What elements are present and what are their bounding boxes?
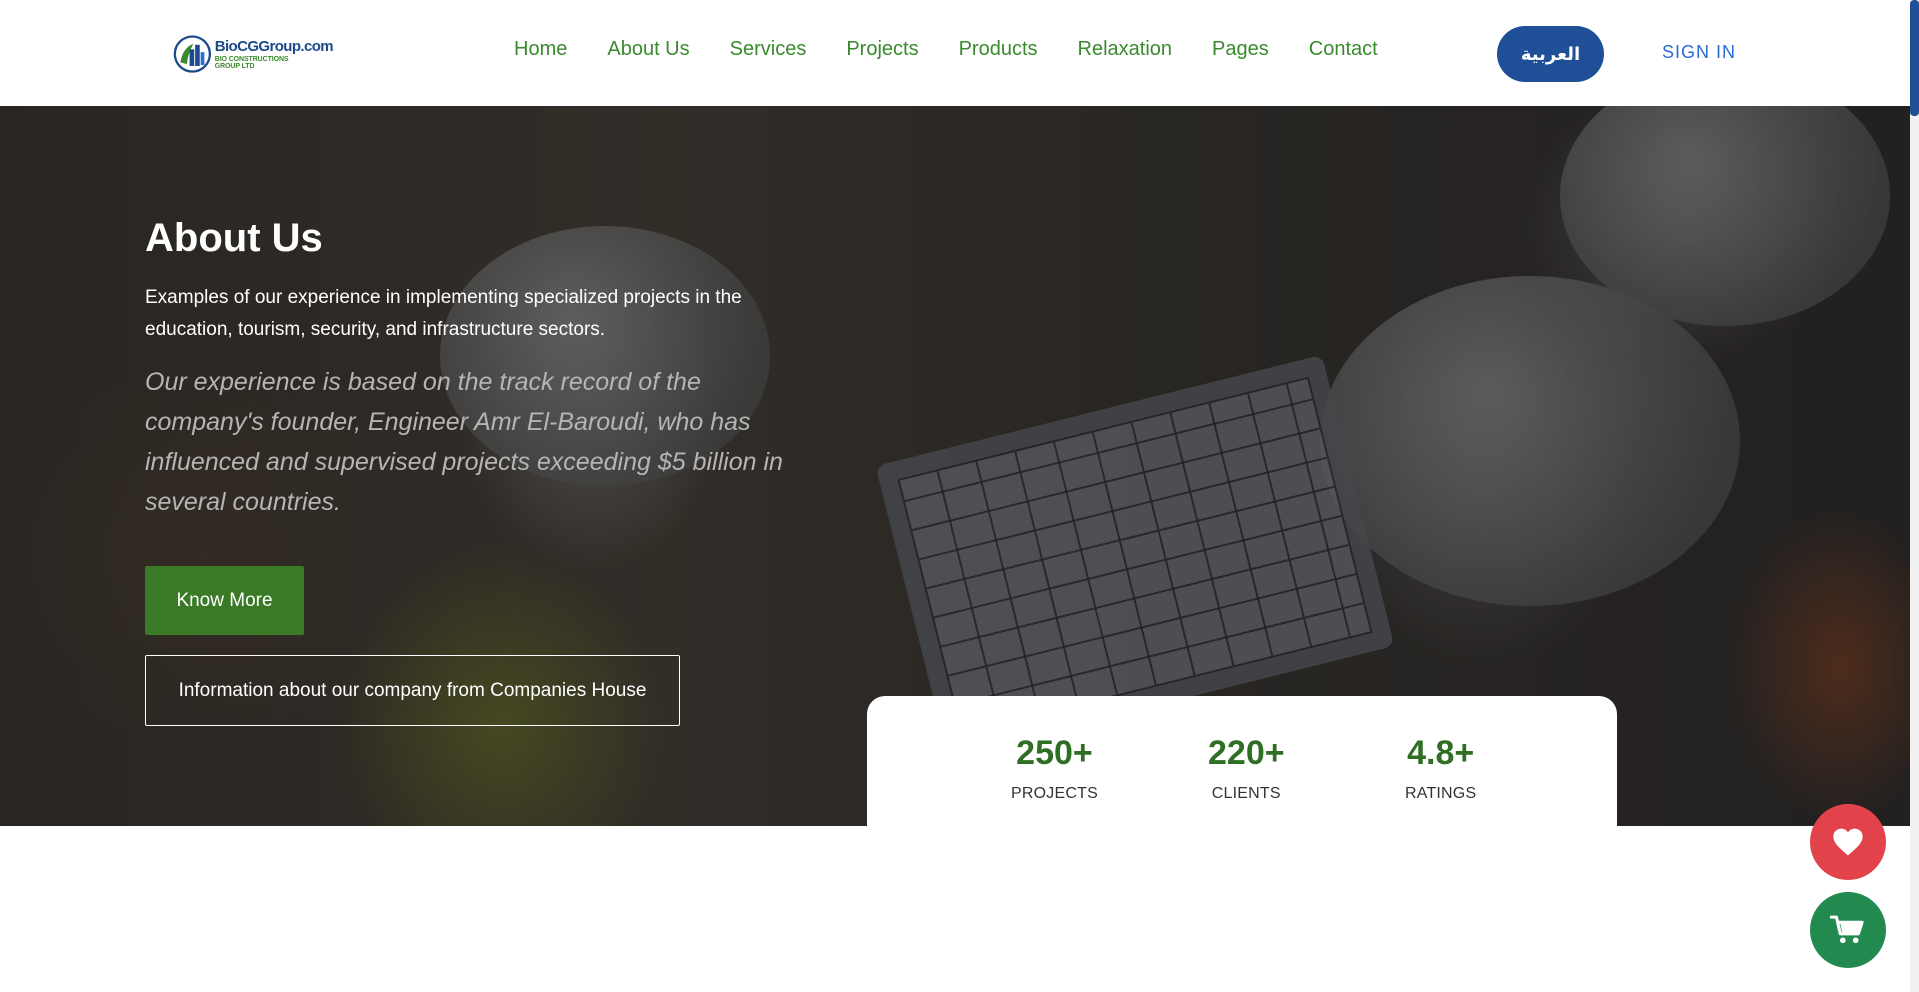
stat-value: 220+ — [1208, 734, 1285, 772]
hero-quote-text: Our experience is based on the track rec… — [145, 368, 783, 516]
stat-ratings: 4.8+ RATINGS — [1405, 734, 1476, 803]
page: BioCGGroup.com BIO CONSTRUCTIONS GROUP L… — [0, 0, 1919, 992]
nav-products[interactable]: Products — [959, 38, 1038, 61]
companies-house-button[interactable]: Information about our company from Compa… — [145, 655, 680, 726]
page-scrollbar[interactable] — [1910, 0, 1919, 992]
logo-text: BioCGGroup.com BIO CONSTRUCTIONS GROUP L… — [214, 37, 334, 70]
stats-card: 250+ PROJECTS 220+ CLIENTS 4.8+ RATINGS — [867, 696, 1617, 826]
page-title: About Us — [145, 216, 323, 260]
heart-icon — [1833, 828, 1863, 856]
logo-subtitle-2: GROUP LTD — [214, 62, 255, 70]
logo-name: BioCGGroup.com — [214, 37, 334, 55]
nav-about-us[interactable]: About Us — [607, 38, 689, 61]
hero-section: About Us Examples of our experience in i… — [0, 106, 1910, 826]
cart-icon — [1830, 915, 1864, 944]
stat-value: 250+ — [1016, 734, 1093, 772]
main-nav: Home About Us Services Projects Products… — [514, 38, 1378, 61]
stat-label: PROJECTS — [1011, 785, 1098, 802]
nav-projects[interactable]: Projects — [846, 38, 918, 61]
site-header: BioCGGroup.com BIO CONSTRUCTIONS GROUP L… — [0, 0, 1910, 106]
nav-services[interactable]: Services — [730, 38, 807, 61]
nav-relaxation[interactable]: Relaxation — [1078, 38, 1173, 61]
nav-pages[interactable]: Pages — [1212, 38, 1269, 61]
scrollbar-thumb[interactable] — [1910, 0, 1919, 116]
sign-in-link[interactable]: SIGN IN — [1662, 42, 1736, 63]
hero-lead-text: Examples of our experience in implementi… — [145, 287, 742, 340]
site-logo[interactable]: BioCGGroup.com BIO CONSTRUCTIONS GROUP L… — [173, 32, 334, 76]
stat-projects: 250+ PROJECTS — [1011, 734, 1098, 803]
wishlist-button[interactable] — [1810, 804, 1886, 880]
stat-value: 4.8+ — [1407, 734, 1475, 772]
stat-clients: 220+ CLIENTS — [1208, 734, 1285, 803]
nav-contact[interactable]: Contact — [1309, 38, 1378, 61]
logo-icon — [173, 35, 212, 73]
stat-label: CLIENTS — [1211, 785, 1281, 802]
stat-label: RATINGS — [1405, 785, 1477, 802]
nav-home[interactable]: Home — [514, 38, 567, 61]
cart-button[interactable] — [1810, 892, 1886, 968]
know-more-button[interactable]: Know More — [145, 566, 304, 635]
logo-subtitle-1: BIO CONSTRUCTIONS — [214, 55, 289, 63]
language-switch-button[interactable]: العربية — [1497, 26, 1604, 82]
